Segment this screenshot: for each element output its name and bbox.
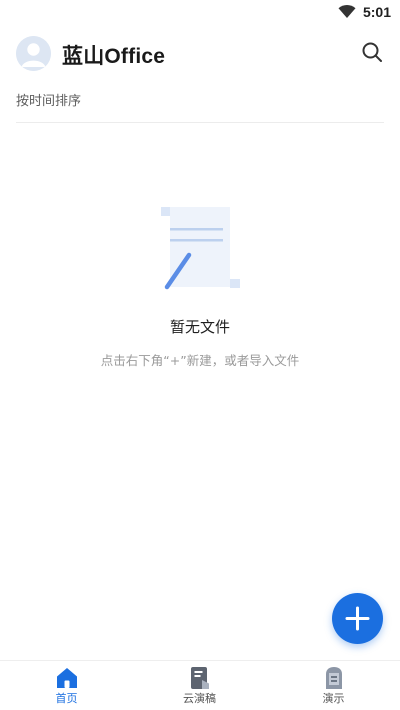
divider: [16, 122, 384, 123]
empty-illustration: [158, 205, 242, 291]
sort-by-time-button[interactable]: 按时间排序: [16, 90, 81, 109]
presentation-icon: [326, 667, 342, 689]
nav-label-presentation: 演示: [322, 692, 345, 705]
app-title: 蓝山Office: [62, 45, 166, 68]
add-file-button[interactable]: [332, 593, 383, 644]
app-header: 蓝山Office: [0, 34, 400, 72]
search-button[interactable]: [360, 40, 384, 64]
plus-icon: [345, 606, 370, 631]
status-bar: 5:01: [0, 0, 400, 24]
cloud-doc-icon: [191, 667, 209, 689]
avatar-icon: [16, 36, 51, 71]
wifi-icon: [338, 5, 356, 18]
nav-label-cloud-doc: 云演稿: [183, 692, 216, 705]
empty-title: 暂无文件: [169, 318, 230, 336]
nav-label-home: 首页: [55, 692, 78, 705]
nav-item-cloud-doc[interactable]: 云演稿: [133, 661, 266, 710]
nav-item-presentation[interactable]: 演示: [267, 661, 400, 710]
empty-document-icon: [161, 207, 240, 290]
empty-hint: 点击右下角“+”新建，或者导入文件: [100, 353, 300, 368]
home-icon: [57, 668, 77, 688]
bottom-nav: 首页 云演稿 演示: [0, 660, 400, 710]
nav-item-home[interactable]: 首页: [0, 661, 133, 710]
search-icon: [362, 42, 382, 62]
avatar[interactable]: [16, 36, 51, 71]
status-time: 5:01: [362, 4, 391, 20]
